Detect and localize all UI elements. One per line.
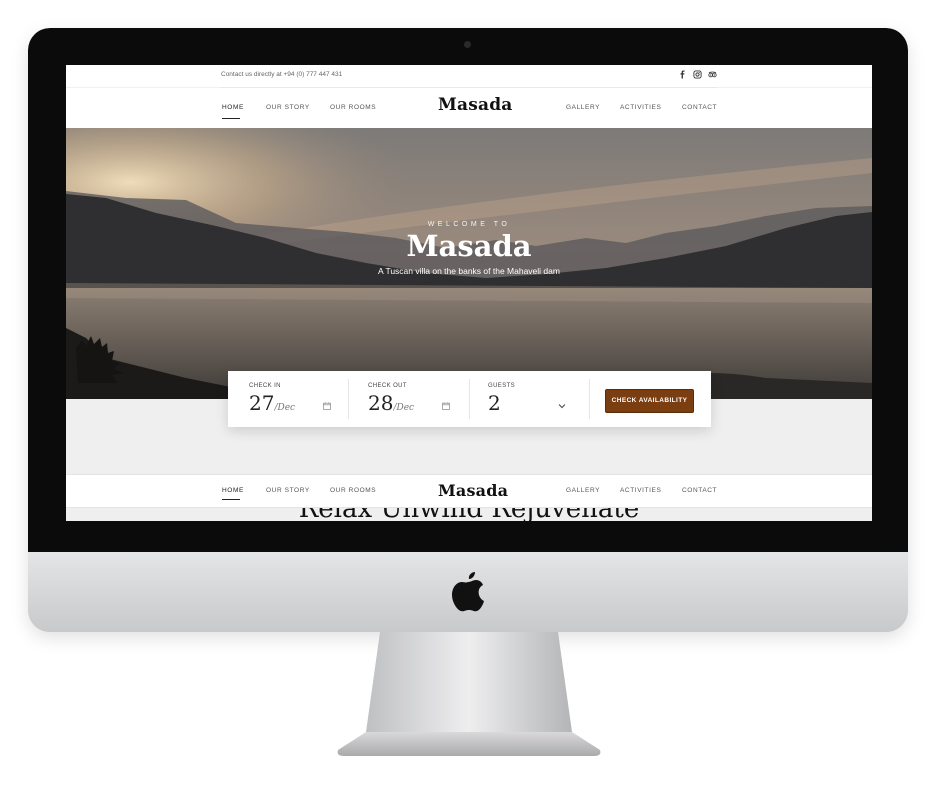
- top-contact-bar: Contact us directly at +94 (0) 777 447 4…: [66, 65, 872, 87]
- field-divider: [589, 379, 590, 419]
- check-in-label: CHECK IN: [249, 383, 281, 389]
- hero-subtitle: A Tuscan villa on the banks of the Mahav…: [378, 266, 560, 276]
- instagram-icon[interactable]: [693, 70, 702, 79]
- hero-welcome-text: WELCOME TO: [427, 221, 511, 228]
- social-links: [678, 70, 717, 79]
- field-divider: [348, 379, 349, 419]
- nav-gallery[interactable]: GALLERY: [566, 104, 600, 111]
- check-out-day: 28: [368, 391, 394, 415]
- apple-logo-icon: [452, 572, 484, 612]
- facebook-icon[interactable]: [678, 70, 687, 79]
- check-in-field[interactable]: CHECK IN 27/Dec: [249, 371, 349, 427]
- check-out-month: /Dec: [393, 403, 415, 413]
- sticky-nav-our-story[interactable]: OUR STORY: [266, 487, 310, 494]
- section-tagline: Relax Unwind Rejuvenate: [298, 506, 640, 521]
- hero-title: Masada: [406, 229, 532, 263]
- active-nav-indicator: [222, 118, 240, 119]
- check-availability-button[interactable]: CHECK AVAILABILITY: [605, 389, 694, 413]
- imac-stand: [337, 632, 601, 756]
- nav-contact[interactable]: CONTACT: [682, 104, 717, 111]
- guests-value: 2: [488, 391, 501, 415]
- camera-icon: [464, 41, 471, 48]
- tripadvisor-icon[interactable]: [708, 70, 717, 79]
- sticky-nav-activities[interactable]: ACTIVITIES: [620, 487, 661, 494]
- check-in-day: 27: [249, 391, 275, 415]
- guests-label: GUESTS: [488, 383, 516, 389]
- booking-widget: CHECK IN 27/Dec CHECK OUT 28/Dec GUESTS: [228, 371, 711, 427]
- check-out-field[interactable]: CHECK OUT 28/Dec: [368, 371, 468, 427]
- hero-section: WELCOME TO Masada A Tuscan villa on the …: [66, 128, 872, 399]
- contact-text: Contact us directly at +94 (0) 777 447 4…: [221, 71, 343, 78]
- main-navbar: HOME OUR STORY OUR ROOMS Masada GALLERY …: [66, 88, 872, 128]
- field-divider: [469, 379, 470, 419]
- sticky-nav-contact[interactable]: CONTACT: [682, 487, 717, 494]
- sticky-brand-logo[interactable]: Masada: [438, 481, 508, 500]
- nav-our-rooms[interactable]: OUR ROOMS: [330, 104, 376, 111]
- tagline-viewport: Relax Unwind Rejuvenate: [66, 506, 872, 521]
- sticky-navbar: HOME OUR STORY OUR ROOMS Masada GALLERY …: [66, 474, 872, 508]
- check-in-month: /Dec: [274, 403, 296, 413]
- check-out-value: 28/Dec: [368, 391, 414, 415]
- guests-select[interactable]: GUESTS 2: [488, 371, 578, 427]
- calendar-icon[interactable]: [442, 402, 450, 410]
- nav-activities[interactable]: ACTIVITIES: [620, 104, 661, 111]
- brand-logo[interactable]: Masada: [438, 95, 513, 115]
- calendar-icon[interactable]: [323, 402, 331, 410]
- check-out-label: CHECK OUT: [368, 383, 407, 389]
- check-in-value: 27/Dec: [249, 391, 295, 415]
- sticky-nav-gallery[interactable]: GALLERY: [566, 487, 600, 494]
- sticky-nav-home[interactable]: HOME: [222, 487, 244, 494]
- sticky-nav-our-rooms[interactable]: OUR ROOMS: [330, 487, 376, 494]
- chevron-down-icon[interactable]: [558, 402, 566, 410]
- nav-home[interactable]: HOME: [222, 104, 244, 111]
- active-nav-indicator: [222, 499, 240, 500]
- hero-landscape-image: [66, 128, 872, 399]
- website-screen: Contact us directly at +94 (0) 777 447 4…: [66, 65, 872, 521]
- nav-our-story[interactable]: OUR STORY: [266, 104, 310, 111]
